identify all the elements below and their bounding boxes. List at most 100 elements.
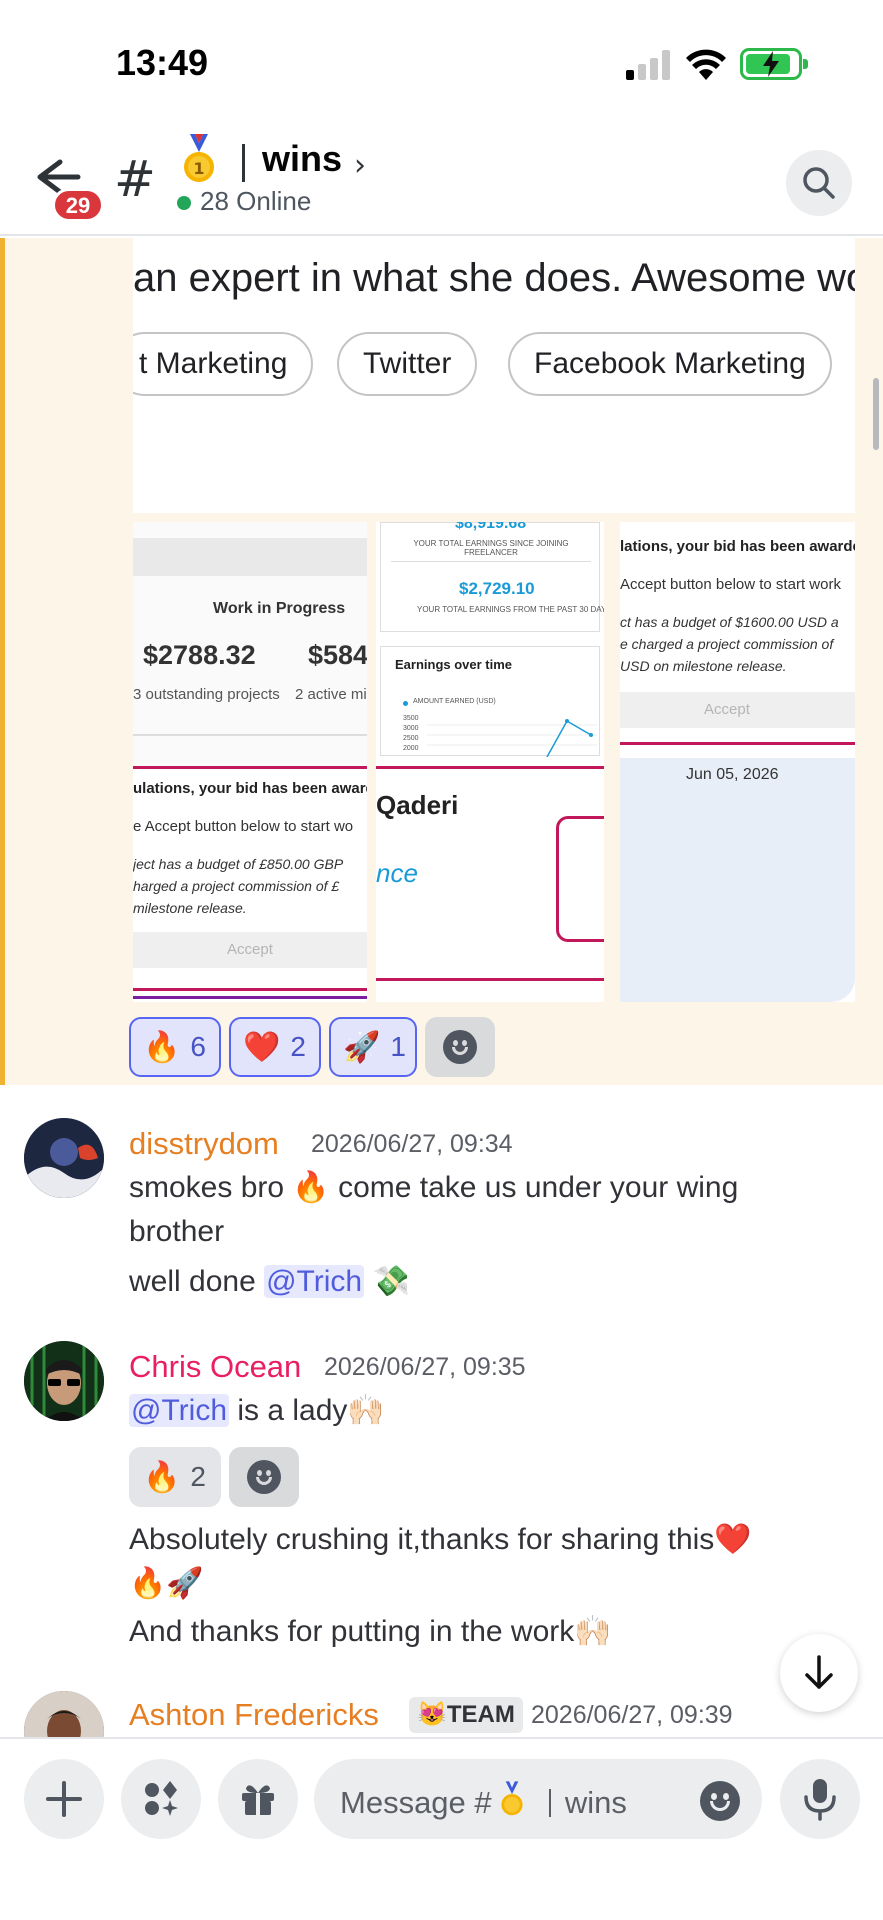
battery-charging-icon xyxy=(740,48,808,80)
add-reaction-button[interactable] xyxy=(229,1447,299,1507)
wip-title: Work in Progress xyxy=(213,600,346,617)
add-attachment-button[interactable] xyxy=(24,1759,104,1839)
online-status-dot xyxy=(177,196,191,210)
bid1-accept: Accept xyxy=(704,701,750,718)
user-mention[interactable]: @Trich xyxy=(129,1394,230,1427)
profile-name: Qaderi xyxy=(376,790,459,820)
gift-button[interactable] xyxy=(218,1759,298,1839)
message-text: well done xyxy=(129,1265,265,1298)
avatar[interactable] xyxy=(24,1341,104,1421)
date-card-date: Jun 05, 2026 xyxy=(686,766,779,783)
user-mention[interactable]: @Trich xyxy=(264,1265,365,1298)
role-tag[interactable]: 😻TEAM xyxy=(409,1697,523,1733)
chevron-right-icon[interactable]: › xyxy=(354,148,366,183)
y-tick: 3000 xyxy=(403,725,419,732)
message-author[interactable]: disstrydom xyxy=(129,1126,279,1162)
scrollbar-thumb[interactable] xyxy=(873,378,879,450)
reaction-fire[interactable]: 🔥 6 xyxy=(129,1017,221,1077)
avatar[interactable] xyxy=(24,1118,104,1198)
bid2-accept: Accept xyxy=(227,941,273,958)
highlight-bar xyxy=(0,238,5,1085)
reaction-count: 2 xyxy=(190,1461,206,1492)
wip-label-1: 3 outstanding projects xyxy=(133,686,280,703)
attachment-work-in-progress[interactable]: Work in Progress $2788.32 $584 3 outstan… xyxy=(133,522,367,1002)
bid2-line1: e Accept button below to start wo xyxy=(133,818,354,835)
earnings-chart-title: Earnings over time xyxy=(395,657,513,672)
message-author[interactable]: Chris Ocean xyxy=(129,1349,301,1385)
arrow-down-icon xyxy=(805,1655,833,1689)
attachment-bid-awarded[interactable]: lations, your bid has been awarde Accept… xyxy=(620,522,855,1002)
status-bar: 13:49 xyxy=(0,0,883,130)
wip-label-2: 2 active mil xyxy=(295,686,367,703)
add-reaction-icon xyxy=(443,1030,477,1064)
message-text-line: @Trich is a lady🙌🏻 xyxy=(129,1389,385,1433)
channel-name[interactable]: wins xyxy=(262,138,342,180)
bid1-line1: Accept button below to start work xyxy=(620,576,841,593)
message-timestamp: 2026/06/27, 09:39 xyxy=(531,1701,733,1729)
cellular-signal-icon xyxy=(626,50,670,80)
apps-icon xyxy=(145,1781,178,1816)
review-text: an expert in what she does. Awesome wo xyxy=(133,256,855,300)
earnings-total-top: $8,919.68 xyxy=(455,522,527,532)
reaction-emoji: 🚀 xyxy=(343,1030,381,1064)
bid1-line2: ct has a budget of $1600.00 USD a xyxy=(620,614,839,630)
message-text: 🔥🚀 xyxy=(129,1567,204,1600)
reaction-rocket[interactable]: 🚀 1 xyxy=(329,1017,417,1077)
message-text: smokes bro 🔥 come take us under your win… xyxy=(129,1171,739,1204)
attachment-review-image[interactable]: an expert in what she does. Awesome wo t… xyxy=(133,238,855,513)
message-timestamp: 2026/06/27, 09:34 xyxy=(311,1130,513,1158)
message-text: Absolutely crushing it,thanks for sharin… xyxy=(129,1523,752,1556)
channel-hash-icon: # xyxy=(114,150,156,208)
voice-message-button[interactable] xyxy=(780,1759,860,1839)
svg-text:1: 1 xyxy=(193,159,204,178)
bid2-line4: milestone release. xyxy=(133,900,247,916)
reaction-count: 6 xyxy=(190,1031,206,1062)
add-reaction-button[interactable] xyxy=(425,1017,495,1077)
placeholder-channel: wins xyxy=(564,1785,627,1820)
message-text: And thanks for putting in the work🙌🏻 xyxy=(129,1615,612,1648)
gift-icon xyxy=(242,1785,274,1815)
message-text: brother xyxy=(129,1215,225,1248)
skill-tag: Facebook Marketing xyxy=(508,332,832,396)
unread-badge: 29 xyxy=(52,188,104,222)
jump-to-bottom-button[interactable] xyxy=(780,1634,858,1712)
skill-tag: t Marketing xyxy=(133,332,314,396)
skill-tag: Twitter xyxy=(337,332,478,396)
message-input-placeholder: Message # wins xyxy=(340,1781,627,1821)
online-count: 28 Online xyxy=(200,186,312,216)
earnings-legend: AMOUNT EARNED (USD) xyxy=(413,698,496,705)
message-text: is a lady🙌🏻 xyxy=(229,1394,385,1427)
message-timestamp: 2026/06/27, 09:35 xyxy=(324,1353,526,1381)
reaction-emoji: ❤️ xyxy=(243,1030,281,1064)
earnings-line-chart xyxy=(427,719,597,757)
wip-amount-1: $2788.32 xyxy=(143,640,256,670)
attachment-earnings[interactable]: $8,919.68 YOUR TOTAL EARNINGS SINCE JOIN… xyxy=(376,522,604,1002)
message-input[interactable]: Message # wins xyxy=(314,1759,762,1839)
avatar-image xyxy=(24,1341,104,1421)
reaction-emoji: 🔥 xyxy=(143,1460,181,1494)
bid2-title: ulations, your bid has been award xyxy=(133,780,367,797)
earnings-total-label: YOUR TOTAL EARNINGS SINCE JOINING FREELA… xyxy=(413,539,569,557)
wifi-icon xyxy=(686,49,726,80)
add-reaction-icon xyxy=(247,1460,281,1494)
reaction-heart[interactable]: ❤️ 2 xyxy=(229,1017,321,1077)
apps-button[interactable] xyxy=(121,1759,201,1839)
plus-icon xyxy=(46,1781,82,1817)
y-tick: 2000 xyxy=(403,745,419,752)
emoji-picker-icon[interactable] xyxy=(700,1781,740,1821)
bid1-line4: USD on milestone release. xyxy=(620,658,787,674)
channel-header: 29 # 1 wins › 28 Online xyxy=(0,130,883,236)
message-author[interactable]: Ashton Fredericks xyxy=(129,1697,379,1733)
status-time: 13:49 xyxy=(116,42,209,83)
search-icon xyxy=(803,167,835,199)
wip-amount-2: $584 xyxy=(308,640,367,670)
message-text: 💸 xyxy=(364,1265,410,1298)
y-tick: 3500 xyxy=(403,715,419,722)
bid1-line3: e charged a project commission of xyxy=(620,636,834,652)
reaction-fire[interactable]: 🔥 2 xyxy=(129,1447,221,1507)
search-button[interactable] xyxy=(786,150,852,216)
bid1-title: lations, your bid has been awarde xyxy=(620,538,855,555)
reaction-emoji: 🔥 xyxy=(143,1030,181,1064)
placeholder-prefix: Message # xyxy=(340,1785,492,1820)
message-text-line: well done @Trich 💸 xyxy=(129,1260,410,1304)
